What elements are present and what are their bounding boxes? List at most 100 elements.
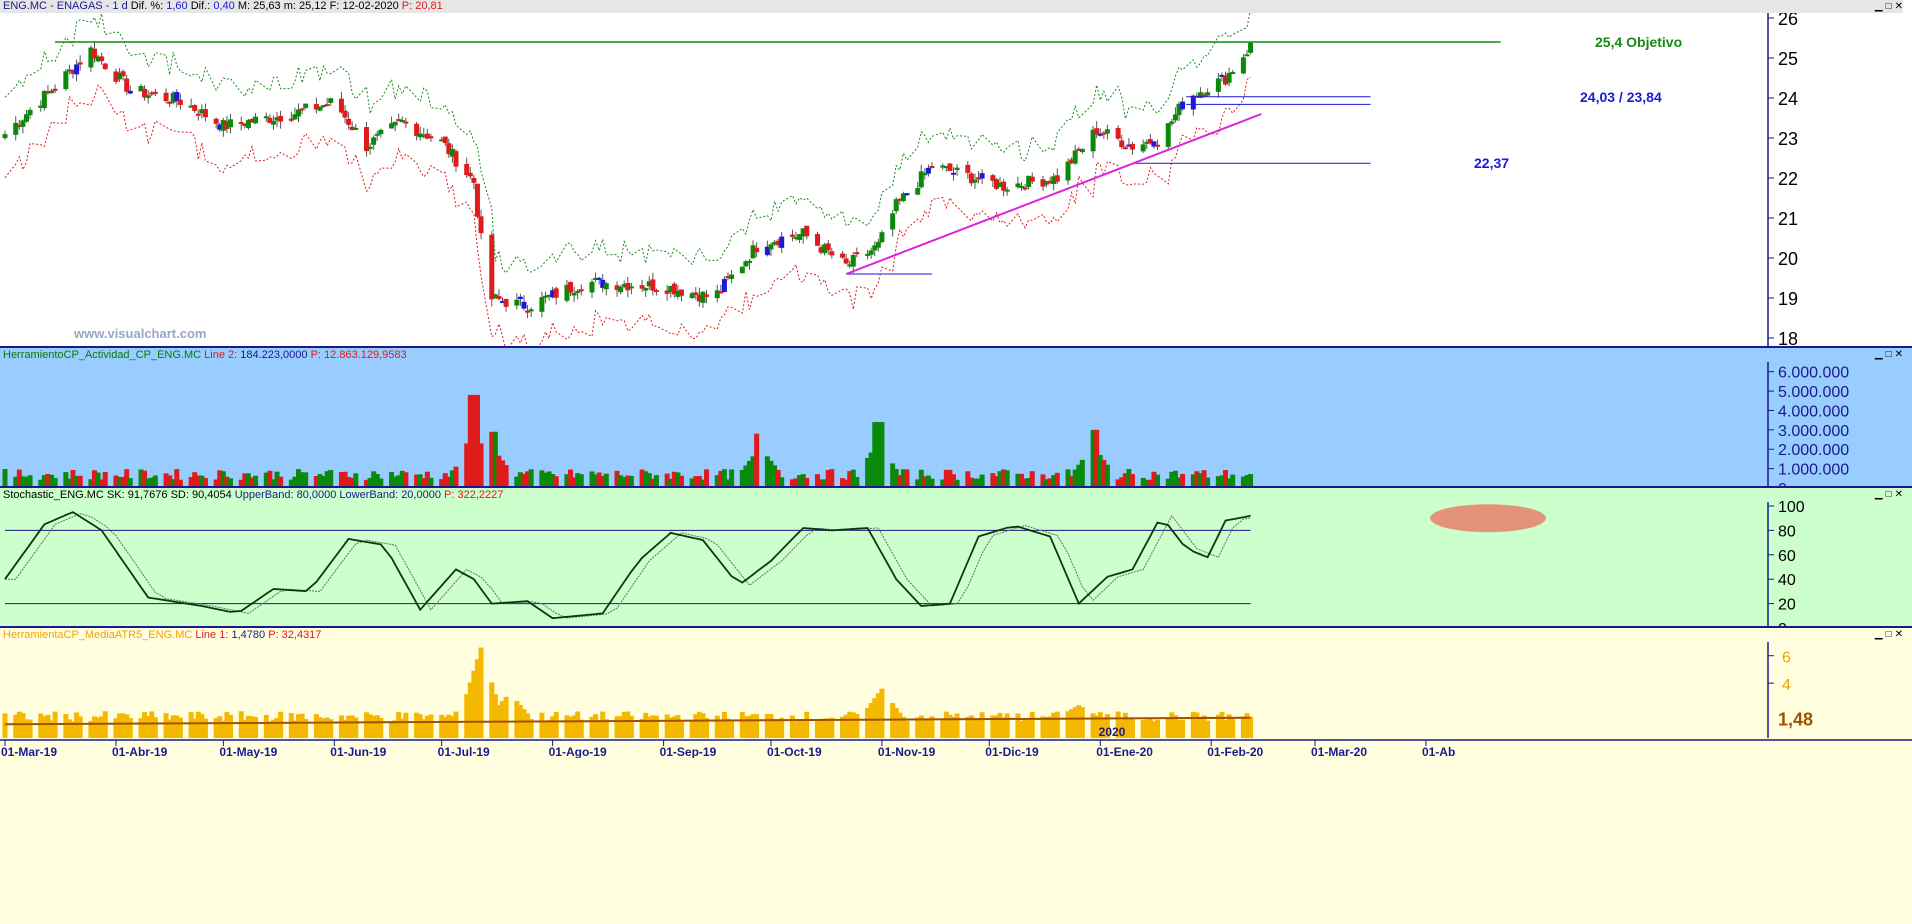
atr-bar [979,712,985,738]
highlight-ellipse [1430,504,1546,533]
dif-value: 0,40 [213,0,235,12]
restore-icon[interactable]: □ [1886,349,1895,360]
ub-value: 80,0000 [296,489,337,501]
candle-body [596,277,602,280]
volume-line-label: Line 2: [204,349,238,361]
candle-body [1129,143,1135,150]
candle-body [879,232,885,243]
atr-p-label: P: [268,629,279,641]
candle-body [754,247,760,253]
candle-body [1104,129,1110,134]
volume-tick-label: 5.000.000 [1778,384,1849,401]
candle-body [1226,72,1232,83]
candle-body [371,137,377,145]
price-tick-label: 19 [1778,289,1798,309]
candle-body [568,282,574,293]
upper-envelope [4,8,1252,274]
candle-body [392,121,398,126]
price-window-buttons[interactable]: ▁□✕ [1875,1,1906,12]
stochastic-chart: 100806040200 [4,488,1912,628]
candle-body [829,251,835,256]
sk-value: 91,7676 [127,489,168,501]
stoch-tick-label: 20 [1778,597,1796,614]
restore-icon[interactable]: □ [1886,629,1895,640]
candle-body [1165,123,1171,147]
atr-header: HerramientaCP_MediaATR5_ENG.MC Line 1: 1… [3,629,321,641]
candle-body [270,121,276,125]
x-tick-label: 01-Ab [1422,745,1455,759]
candle-body [278,115,284,122]
candle-body [925,167,931,174]
close-icon[interactable]: ✕ [1895,629,1906,640]
candle-body [428,136,434,139]
atr-bar [403,712,409,738]
atr-window-buttons[interactable]: ▁□✕ [1875,629,1906,640]
candle-body [299,108,305,111]
watermark: www.visualchart.com [74,326,207,341]
p-value: 20,81 [415,0,443,12]
year-marker: 2020 [1099,725,1126,739]
candle-body [99,56,105,62]
price-chart: 26252423222120191825,4 Objetivo24,03 / 2… [2,8,1912,346]
stochastic-window-buttons[interactable]: ▁□✕ [1875,489,1906,500]
atr-p-value: 32,4317 [281,629,322,641]
candle-body [721,279,727,293]
volume-indicator-name: HerramientoCP_Actividad_CP_ENG.MC [3,349,202,361]
sd-label: SD: [170,489,189,501]
minimize-icon[interactable]: ▁ [1875,489,1886,500]
candle-body [850,255,856,267]
x-tick-label: 01-Sep-19 [660,745,717,759]
atr-bar [1079,707,1085,738]
candle-body [1230,71,1236,75]
candle-body [1022,187,1028,190]
candle-body [303,103,309,108]
stoch-tick-label: 40 [1778,572,1796,589]
price-tick-label: 23 [1778,129,1798,149]
minimize-icon[interactable]: ▁ [1875,1,1886,12]
min-label: m: [283,0,296,12]
candle-body [954,167,960,171]
minimize-icon[interactable]: ▁ [1875,349,1886,360]
candle-body [1180,101,1186,110]
atr-bar [678,721,684,738]
close-icon[interactable]: ✕ [1895,349,1906,360]
candle-body [403,121,409,124]
candle-body [868,250,874,255]
restore-icon[interactable]: □ [1886,489,1895,500]
candle-body [904,193,910,196]
candle-body [915,187,921,195]
stoch-tick-label: 60 [1778,548,1796,565]
atr-bar [227,714,233,738]
atr-bar [202,718,208,738]
restore-icon[interactable]: □ [1886,1,1895,12]
candle-body [1004,189,1010,192]
candle-body [678,289,684,296]
atr-bar [278,711,284,738]
volume-window-buttons[interactable]: ▁□✕ [1875,349,1906,360]
minimize-icon[interactable]: ▁ [1875,629,1886,640]
close-icon[interactable]: ✕ [1895,489,1906,500]
candle-body [814,233,820,246]
candle-body [804,225,810,237]
atr-bar [253,717,259,738]
candle-body [1244,54,1250,57]
candle-body [965,164,971,173]
date-value: 12-02-2020 [342,0,399,12]
atr-bar [954,713,960,738]
sd-value: 90,4054 [191,489,232,501]
lower-envelope [4,76,1251,346]
x-tick-label: 01-May-19 [219,745,277,759]
candle-body [227,119,233,128]
stoch-p-label: P: [444,489,455,501]
candle-body [442,136,448,144]
atr-last-value: 1,48 [1778,710,1813,730]
volume-bar [1104,464,1110,488]
price-symbol: ENG.MC - ENAGAS - [3,0,110,12]
lb-label: LowerBand: [339,489,399,501]
atr-bar [628,715,634,738]
atr-bar [754,714,760,738]
close-icon[interactable]: ✕ [1895,1,1906,12]
candle-body [213,118,219,124]
atr-indicator-name: HerramientaCP_MediaATR5_ENG.MC [3,629,193,641]
candle-body [890,213,896,230]
